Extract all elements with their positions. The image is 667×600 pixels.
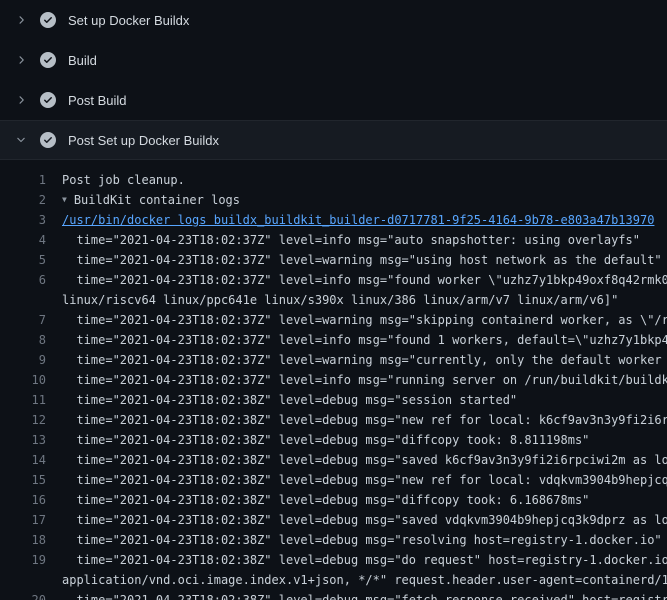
line-number[interactable]: 12 xyxy=(0,410,46,430)
line-number[interactable]: 1 xyxy=(0,170,46,190)
log-line-command: 3/usr/bin/docker logs buildx_buildkit_bu… xyxy=(0,210,667,230)
line-number[interactable]: 7 xyxy=(0,310,46,330)
check-circle-icon xyxy=(40,12,56,28)
line-text: time="2021-04-23T18:02:37Z" level=warnin… xyxy=(62,250,667,270)
step-header-post-build[interactable]: Post Build xyxy=(0,80,667,120)
log-line: 6 time="2021-04-23T18:02:37Z" level=info… xyxy=(0,270,667,290)
step-title: Post Set up Docker Buildx xyxy=(68,133,219,148)
step-title: Build xyxy=(68,53,97,68)
line-text: time="2021-04-23T18:02:37Z" level=info m… xyxy=(62,370,667,390)
log-line: 12 time="2021-04-23T18:02:38Z" level=deb… xyxy=(0,410,667,430)
log-line: linux/riscv64 linux/ppc641e linux/s390x … xyxy=(0,290,667,310)
step-header-post-set-up-docker-buildx[interactable]: Post Set up Docker Buildx xyxy=(0,120,667,160)
line-number[interactable]: 8 xyxy=(0,330,46,350)
line-text: time="2021-04-23T18:02:38Z" level=debug … xyxy=(62,490,667,510)
line-number[interactable]: 15 xyxy=(0,470,46,490)
line-number[interactable]: 5 xyxy=(0,250,46,270)
line-number[interactable]: 11 xyxy=(0,390,46,410)
line-number[interactable]: 6 xyxy=(0,270,46,290)
chevron-right-icon xyxy=(14,13,28,27)
step-header-build[interactable]: Build xyxy=(0,40,667,80)
log-line: 15 time="2021-04-23T18:02:38Z" level=deb… xyxy=(0,470,667,490)
line-number[interactable]: 18 xyxy=(0,530,46,550)
line-number[interactable]: 9 xyxy=(0,350,46,370)
line-number[interactable]: 16 xyxy=(0,490,46,510)
triangle-down-icon[interactable]: ▼ xyxy=(62,190,67,210)
group-label[interactable]: BuildKit container logs xyxy=(74,193,240,207)
line-number[interactable]: 17 xyxy=(0,510,46,530)
line-text: time="2021-04-23T18:02:38Z" level=debug … xyxy=(62,510,667,530)
log-line: 9 time="2021-04-23T18:02:37Z" level=warn… xyxy=(0,350,667,370)
line-number[interactable]: 10 xyxy=(0,370,46,390)
line-text: time="2021-04-23T18:02:38Z" level=debug … xyxy=(62,430,667,450)
log-line: 10 time="2021-04-23T18:02:37Z" level=inf… xyxy=(0,370,667,390)
line-text[interactable]: /usr/bin/docker logs buildx_buildkit_bui… xyxy=(62,210,667,230)
step-header-set-up-docker-buildx[interactable]: Set up Docker Buildx xyxy=(0,0,667,40)
log-line: 16 time="2021-04-23T18:02:38Z" level=deb… xyxy=(0,490,667,510)
line-text: time="2021-04-23T18:02:37Z" level=info m… xyxy=(62,270,667,290)
line-text: time="2021-04-23T18:02:38Z" level=debug … xyxy=(62,390,667,410)
line-number xyxy=(0,290,46,310)
chevron-down-icon xyxy=(14,133,28,147)
line-text: time="2021-04-23T18:02:38Z" level=debug … xyxy=(62,470,667,490)
chevron-right-icon xyxy=(14,53,28,67)
line-text: time="2021-04-23T18:02:38Z" level=debug … xyxy=(62,590,667,600)
log-line: 4 time="2021-04-23T18:02:37Z" level=info… xyxy=(0,230,667,250)
log-line: 17 time="2021-04-23T18:02:38Z" level=deb… xyxy=(0,510,667,530)
log-line-group: 2 ▼ BuildKit container logs xyxy=(0,190,667,210)
line-text: time="2021-04-23T18:02:38Z" level=debug … xyxy=(62,410,667,430)
actions-log-viewer: Set up Docker Buildx Build Post Build Po… xyxy=(0,0,667,600)
line-number[interactable]: 3 xyxy=(0,210,46,230)
line-text: application/vnd.oci.image.index.v1+json,… xyxy=(62,570,667,590)
log-line: 14 time="2021-04-23T18:02:38Z" level=deb… xyxy=(0,450,667,470)
log-line: 5 time="2021-04-23T18:02:37Z" level=warn… xyxy=(0,250,667,270)
log-line: application/vnd.oci.image.index.v1+json,… xyxy=(0,570,667,590)
log-line: 13 time="2021-04-23T18:02:38Z" level=deb… xyxy=(0,430,667,450)
check-circle-icon xyxy=(40,132,56,148)
check-circle-icon xyxy=(40,92,56,108)
line-text: time="2021-04-23T18:02:37Z" level=info m… xyxy=(62,330,667,350)
log-line: 11 time="2021-04-23T18:02:38Z" level=deb… xyxy=(0,390,667,410)
line-number xyxy=(0,570,46,590)
line-text: ▼ BuildKit container logs xyxy=(62,190,667,210)
log-area: 1 Post job cleanup. 2 ▼ BuildKit container l… xyxy=(0,160,667,600)
log-line: 19 time="2021-04-23T18:02:38Z" level=deb… xyxy=(0,550,667,570)
line-text: Post job cleanup. xyxy=(62,170,667,190)
step-title: Post Build xyxy=(68,93,127,108)
check-circle-icon xyxy=(40,52,56,68)
log-line: 7 time="2021-04-23T18:02:37Z" level=warn… xyxy=(0,310,667,330)
line-text: time="2021-04-23T18:02:38Z" level=debug … xyxy=(62,550,667,570)
line-text: linux/riscv64 linux/ppc641e linux/s390x … xyxy=(62,290,667,310)
line-text: time="2021-04-23T18:02:38Z" level=debug … xyxy=(62,450,667,470)
log-line: 8 time="2021-04-23T18:02:37Z" level=info… xyxy=(0,330,667,350)
line-number[interactable]: 2 xyxy=(0,190,46,210)
line-number[interactable]: 13 xyxy=(0,430,46,450)
line-number[interactable]: 4 xyxy=(0,230,46,250)
log-line: 18 time="2021-04-23T18:02:38Z" level=deb… xyxy=(0,530,667,550)
line-text: time="2021-04-23T18:02:37Z" level=info m… xyxy=(62,230,667,250)
line-text: time="2021-04-23T18:02:37Z" level=warnin… xyxy=(62,350,667,370)
line-text: time="2021-04-23T18:02:37Z" level=warnin… xyxy=(62,310,667,330)
log-lines: 1 Post job cleanup. 2 ▼ BuildKit container l… xyxy=(0,170,667,600)
line-number[interactable]: 20 xyxy=(0,590,46,600)
log-line: 20 time="2021-04-23T18:02:38Z" level=deb… xyxy=(0,590,667,600)
line-text: time="2021-04-23T18:02:38Z" level=debug … xyxy=(62,530,667,550)
line-number[interactable]: 19 xyxy=(0,550,46,570)
chevron-right-icon xyxy=(14,93,28,107)
log-line: 1 Post job cleanup. xyxy=(0,170,667,190)
line-number[interactable]: 14 xyxy=(0,450,46,470)
step-title: Set up Docker Buildx xyxy=(68,13,189,28)
